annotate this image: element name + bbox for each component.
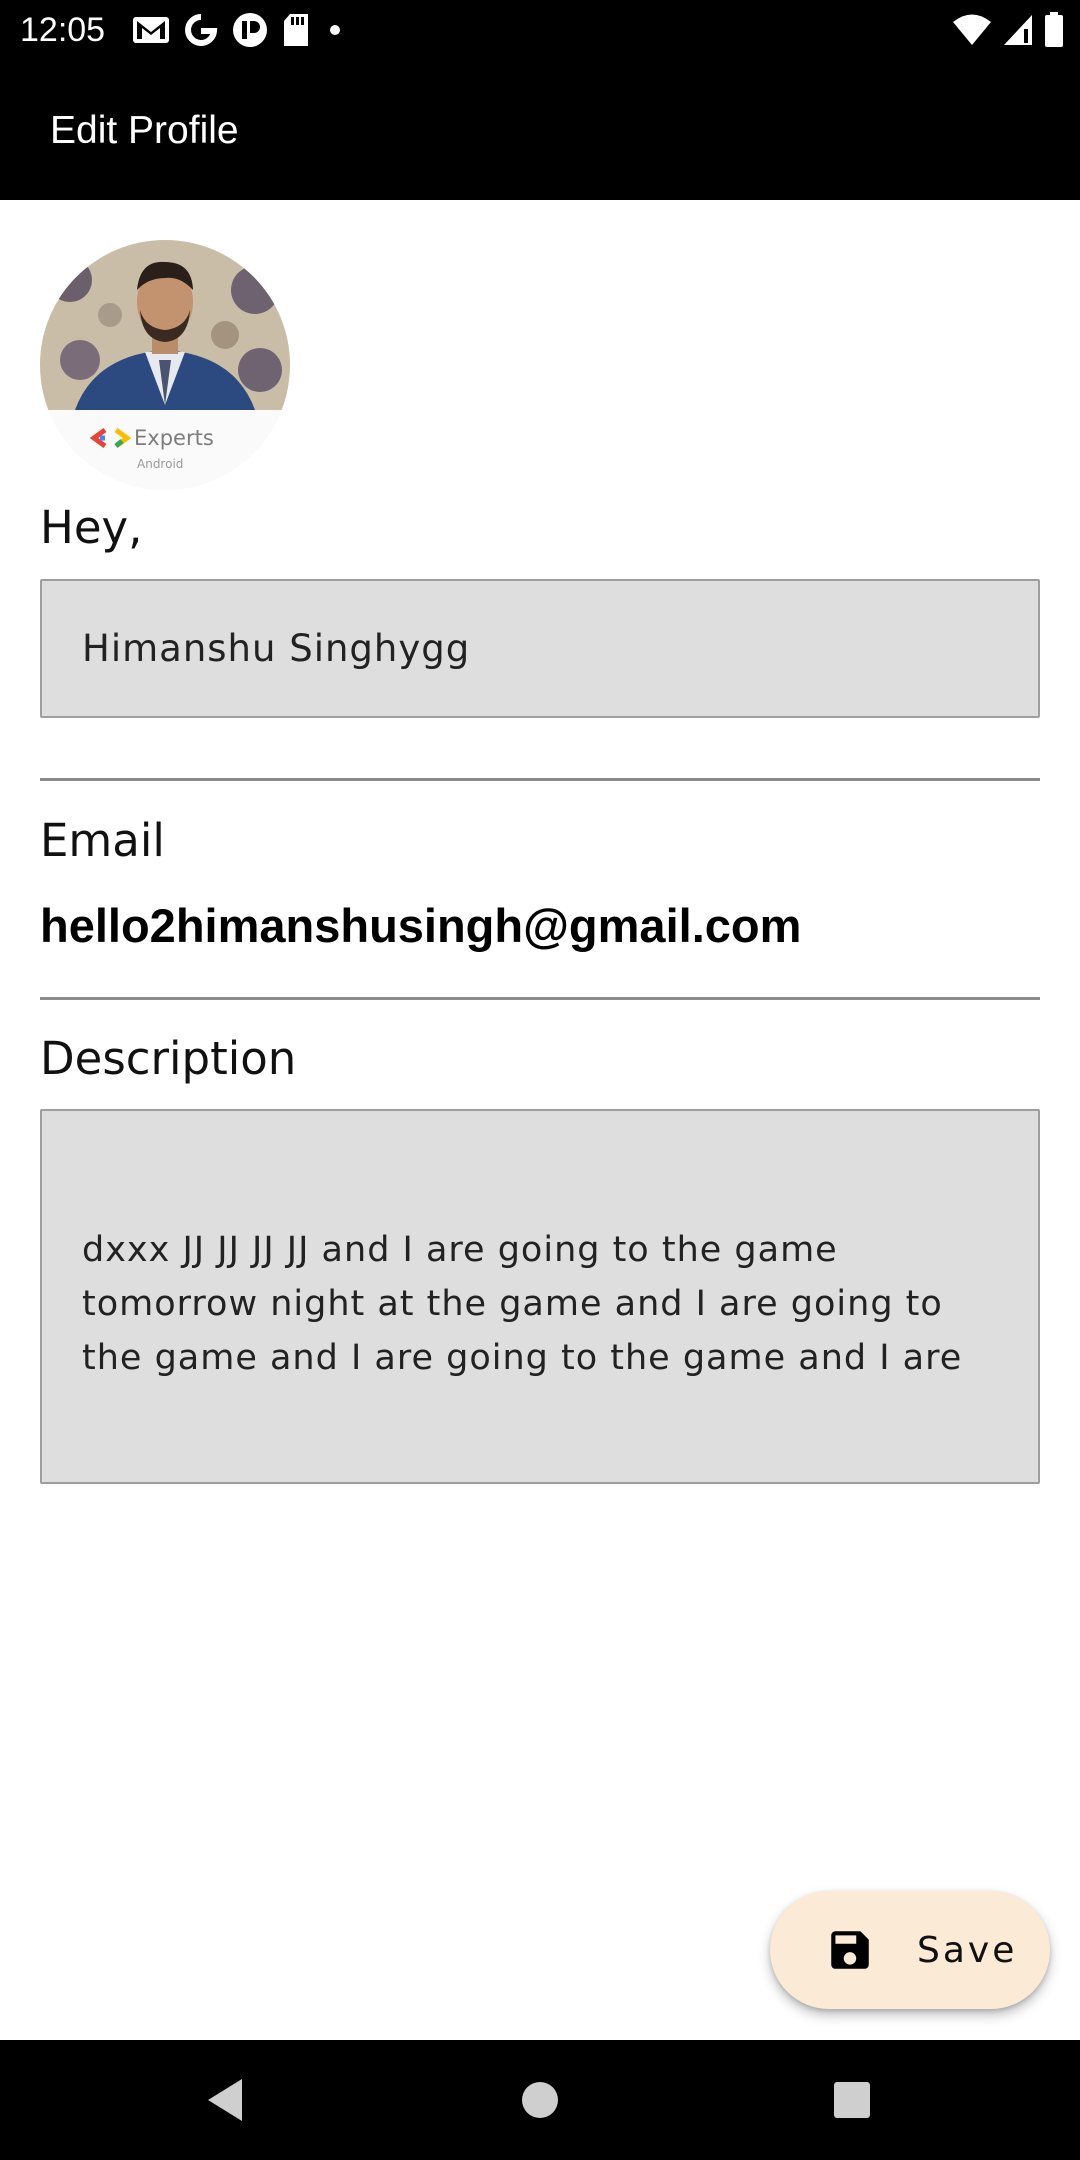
save-button[interactable]: Save	[770, 1891, 1050, 2009]
status-time: 12:05	[20, 11, 106, 49]
app-bar: Edit Profile	[0, 61, 1080, 200]
gmail-icon	[133, 17, 169, 43]
avatar-subcaption: Android	[137, 457, 183, 471]
divider	[40, 997, 1040, 1000]
sd-card-icon	[284, 14, 308, 46]
email-label: Email	[40, 814, 165, 867]
description-label: Description	[40, 1032, 297, 1085]
navigation-bar	[0, 2040, 1080, 2160]
home-button[interactable]	[480, 2040, 600, 2160]
avatar-caption: Experts	[134, 426, 214, 450]
description-field[interactable]: dxxx JJ JJ JJ JJ and I are going to the …	[40, 1109, 1040, 1484]
notification-icons	[132, 12, 346, 48]
wifi-icon	[953, 14, 991, 45]
greeting-text: Hey,	[40, 501, 143, 554]
save-label: Save	[917, 1929, 1018, 1971]
battery-icon	[1045, 12, 1063, 47]
page-title: Edit Profile	[50, 109, 239, 152]
back-button[interactable]	[166, 2040, 286, 2160]
back-icon	[208, 2079, 242, 2121]
dot-icon	[330, 25, 340, 35]
avatar[interactable]: Experts Android	[40, 240, 290, 490]
system-icons	[952, 12, 1064, 48]
app-icon	[233, 13, 267, 47]
recents-icon	[834, 2082, 870, 2118]
status-bar: 12:05	[0, 0, 1080, 61]
email-value: hello2himanshusingh@gmail.com	[40, 899, 802, 952]
name-field[interactable]	[40, 579, 1040, 718]
home-icon	[522, 2082, 558, 2118]
save-icon	[831, 1931, 869, 1969]
divider	[40, 778, 1040, 781]
signal-icon	[1004, 15, 1032, 45]
profile-photo: Experts Android	[40, 240, 290, 490]
edit-profile-screen: 12:05 Edit Profile Experts Android Hey, …	[0, 0, 1080, 2160]
google-icon	[185, 14, 218, 46]
recents-button[interactable]	[792, 2040, 912, 2160]
